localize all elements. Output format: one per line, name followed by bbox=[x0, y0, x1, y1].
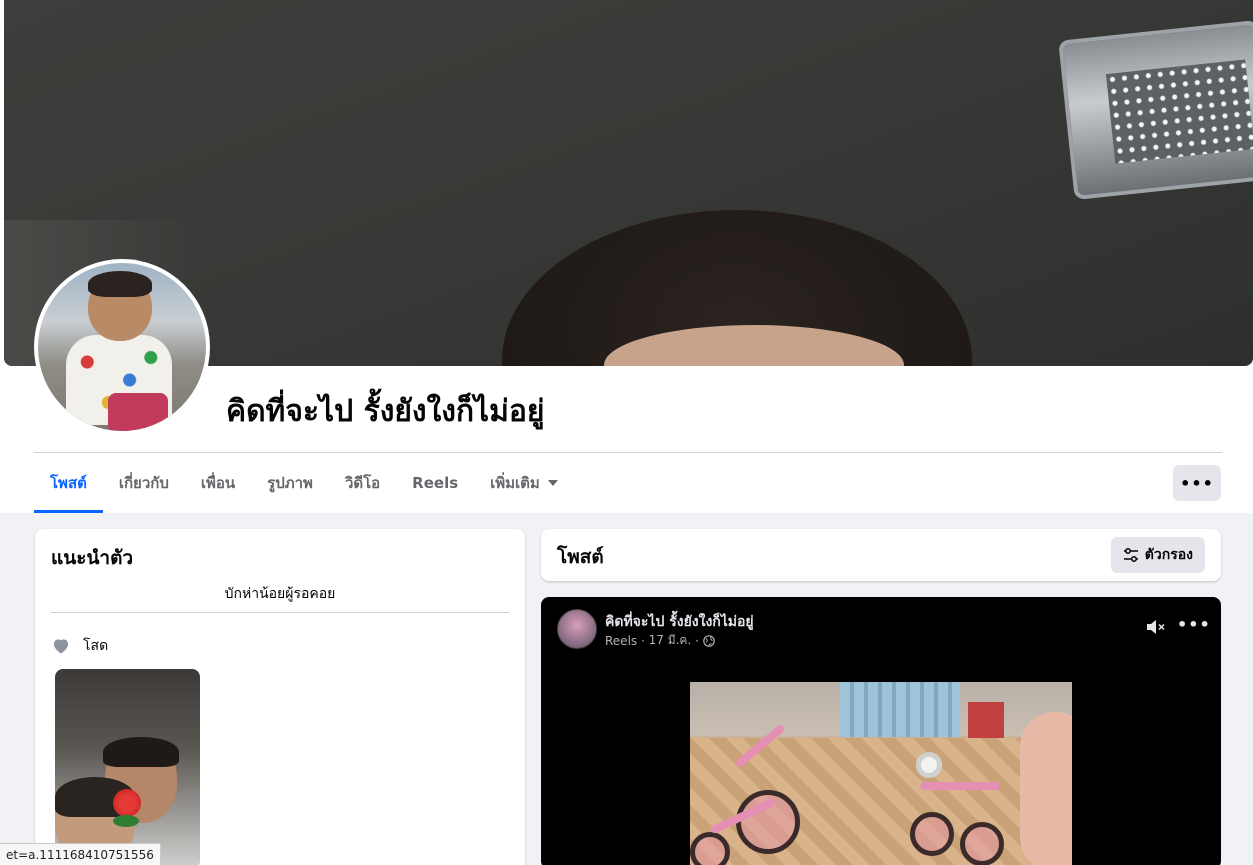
tab-label: รูปภาพ bbox=[267, 474, 313, 492]
profile-picture[interactable] bbox=[34, 259, 210, 435]
tab-label: วิดีโอ bbox=[344, 474, 381, 492]
tab-posts[interactable]: โพสต์ bbox=[34, 453, 103, 513]
globe-icon bbox=[703, 634, 715, 647]
reel-video[interactable] bbox=[690, 682, 1072, 865]
post-type[interactable]: Reels bbox=[605, 634, 637, 648]
browser-status-bar: et=a.111168410751556 bbox=[0, 843, 161, 865]
tab-label: เกี่ยวกับ bbox=[118, 474, 169, 492]
post-more-button[interactable]: ••• bbox=[1177, 615, 1211, 634]
tab-label: Reels bbox=[412, 474, 459, 492]
tab-more[interactable]: เพิ่มเติม bbox=[474, 453, 574, 513]
post-card: คิดที่จะไป รั้งยังใงก็ไม่อยู่ Reels · 17… bbox=[541, 597, 1221, 865]
caret-down-icon bbox=[547, 480, 558, 486]
posts-header: โพสต์ ตัวกรอง bbox=[541, 529, 1221, 581]
intro-title: แนะนำตัว bbox=[51, 547, 134, 569]
tab-friends[interactable]: เพื่อน bbox=[185, 453, 251, 513]
filter-button[interactable]: ตัวกรอง bbox=[1110, 537, 1205, 573]
meta-separator: · bbox=[637, 633, 649, 648]
meta-separator: · bbox=[691, 633, 699, 648]
profile-tabs: โพสต์ เกี่ยวกับ เพื่อน รูปภาพ วิดีโอ Ree… bbox=[34, 453, 574, 513]
tab-label: เพิ่มเติม bbox=[490, 474, 540, 492]
post-author[interactable]: คิดที่จะไป รั้งยังใงก็ไม่อยู่ bbox=[605, 611, 754, 633]
tab-about[interactable]: เกี่ยวกับ bbox=[103, 453, 185, 513]
tab-videos[interactable]: วิดีโอ bbox=[329, 453, 396, 513]
posts-title: โพสต์ bbox=[557, 546, 604, 568]
intro-card: แนะนำตัว บักห่าน้อยผู้รอคอย โสด bbox=[35, 529, 525, 865]
post-author-avatar[interactable] bbox=[557, 609, 597, 649]
filter-icon bbox=[1123, 548, 1138, 562]
intro-bio: บักห่าน้อยผู้รอคอย bbox=[224, 586, 336, 602]
heart-icon bbox=[53, 639, 69, 654]
cover-detail bbox=[1058, 19, 1253, 201]
tab-label: เพื่อน bbox=[200, 474, 236, 492]
profile-more-button[interactable]: ••• bbox=[1173, 465, 1221, 501]
filter-label: ตัวกรอง bbox=[1144, 547, 1193, 563]
mute-icon[interactable] bbox=[1145, 617, 1167, 637]
tab-photos[interactable]: รูปภาพ bbox=[251, 453, 329, 513]
avatar bbox=[38, 263, 206, 431]
tab-reels[interactable]: Reels bbox=[396, 453, 474, 513]
post-meta: Reels · 17 มี.ค. · bbox=[605, 631, 715, 650]
post-date[interactable]: 17 มี.ค. bbox=[649, 631, 692, 650]
intro-divider bbox=[51, 612, 509, 613]
profile-name: คิดที่จะไป รั้งยังใงก็ไม่อยู่ bbox=[226, 394, 545, 429]
relationship-status: โสด bbox=[51, 635, 108, 657]
relationship-label: โสด bbox=[83, 638, 109, 654]
tab-label: โพสต์ bbox=[50, 474, 87, 492]
featured-photo[interactable] bbox=[55, 669, 200, 865]
